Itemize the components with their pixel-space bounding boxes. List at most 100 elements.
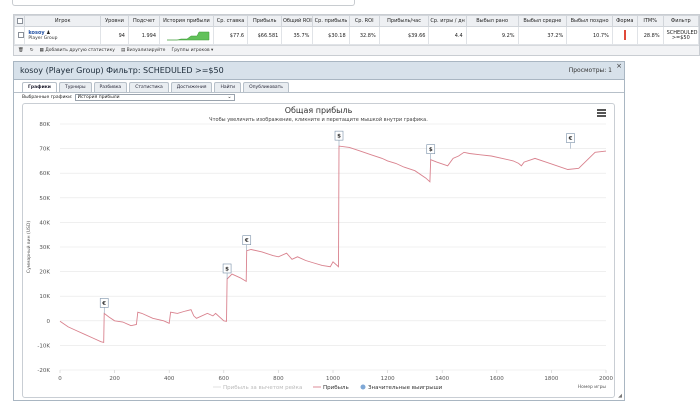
y-tick-label: 10K [39,294,50,300]
column-header[interactable]: Игрок [24,15,101,27]
column-header[interactable]: Общий ROI [281,15,314,27]
panel-header[interactable]: kosoy (Player Group) Фильтр: SCHEDULED >… [14,62,624,80]
chevron-down-icon: ⌄ [227,94,232,100]
late-cell: 10.7% [566,26,613,45]
table-row[interactable]: kosoy ♟ Player Group 94 1.994 $77.6 $66.… [13,26,700,45]
refresh-icon[interactable]: ↻ [30,48,34,53]
grid-icon: ▦ [39,48,44,53]
column-header[interactable]: Выбыл средне [517,15,568,27]
x-tick-label: 1800 [544,376,558,382]
big-win-flag-label: $ [337,134,341,140]
tab-item[interactable]: Статистика [129,82,169,92]
profit-history-sparkline [159,26,214,45]
tab-item[interactable]: Опубликовать [243,82,289,92]
tab-item[interactable]: Найти [214,82,242,92]
column-header[interactable]: Уровни [100,15,129,27]
player-cell[interactable]: kosoy ♟ Player Group [24,26,101,45]
big-win-flag-label: $ [225,266,229,272]
chart-select-value: История прибыли [77,95,120,100]
visualize-label: Визуализируйте [126,48,166,53]
top-card-edge [12,0,355,6]
profit-chart[interactable]: Общая прибыль Чтобы увеличить изображени… [22,103,615,398]
resize-handle-icon[interactable]: ◢ [618,393,622,399]
avg-games-day-cell: 4.4 [428,26,467,45]
stats-table: Игрок Уровни Подсчет История прибыли Ср. ста… [13,15,700,45]
player-groups-menu[interactable]: Группы игроков ▾ [171,48,213,53]
add-stats-button[interactable]: ▦ Добавить другую статистику [40,48,115,53]
big-win-flag-label: € [244,238,249,244]
chart-title: Общая прибыль [284,106,353,115]
y-tick-label: 20K [39,270,50,276]
table-footer-toolbar: 🗑 ↻ ▦ Добавить другую статистику ▤ Визуа… [14,45,699,55]
x-tick-label: 1600 [490,376,504,382]
profit-cell: $66.581 [247,26,283,45]
x-tick-label: 400 [164,376,175,382]
chart-selector-row: Выбранные графики: История прибыли ⌄ [14,92,624,102]
column-header[interactable]: Ср. прибыль [312,15,350,27]
x-tick-label: 1400 [435,376,449,382]
column-header[interactable]: История прибыли [159,15,214,27]
big-win-flag-label: $ [429,147,433,153]
avg-profit-cell: $30.18 [312,26,350,45]
column-header[interactable]: Фильтр [662,15,700,27]
player-group-label: Player Group [28,36,58,41]
chart-select-dropdown[interactable]: История прибыли ⌄ [74,94,235,101]
column-header[interactable]: Прибыль/час [378,15,430,27]
selected-charts-label: Выбранные графики: [22,95,73,100]
column-header[interactable]: Ср. ROI [348,15,380,27]
select-all-checkbox[interactable] [13,15,26,27]
x-tick-label: 1000 [326,376,340,382]
table-header-row: Игрок Уровни Подсчет История прибыли Ср. ста… [13,15,700,27]
big-win-flag-label: € [568,136,573,142]
profit-series-line [59,145,607,343]
x-tick-label: 0 [58,376,62,382]
legend-profit-label: Прибыль [323,385,349,391]
close-icon[interactable]: × [616,62,622,70]
chart-subtitle: Чтобы увеличить изображение, кликните и … [209,117,428,123]
column-header[interactable]: Прибыль [247,15,283,27]
column-header[interactable]: ITM% [636,15,664,27]
y-tick-label: 50K [39,196,50,202]
tab-item[interactable]: Турниры [58,82,92,92]
visualize-button[interactable]: ▤ Визуализируйте [121,48,165,53]
delete-icon[interactable]: 🗑 [18,48,24,53]
views-count: Просмотры: 1 [568,67,612,74]
legend-bigwin-label: Значительные выигрыши [368,385,443,391]
panel-tabs: Графики Турниры Разбивка Статистика Достижен… [14,80,624,92]
x-axis-title: Номер игры [578,384,607,390]
total-roi-cell: 35.7% [281,26,314,45]
filter-cell: SCHEDULED >=$50 [662,26,700,45]
chart-icon: ▤ [120,48,126,53]
column-header[interactable]: Ср. игры / дн [428,15,467,27]
y-axis-title: Суммарный вин (USD) [25,221,32,273]
count-cell: 1.994 [127,26,161,45]
early-cell: 9.2% [465,26,519,45]
x-tick-label: 800 [273,376,284,382]
form-indicator [611,26,638,45]
legend-rake-label: Прибыль за вычетом рейка [223,384,302,391]
panel-title: kosoy (Player Group) Фильтр: SCHEDULED >… [20,66,224,75]
middle-cell: 37.2% [517,26,568,45]
row-checkbox[interactable] [13,26,26,45]
column-header[interactable]: Ср. ставка [212,15,249,27]
avg-stake-cell: $77.6 [212,26,249,45]
legend-bigwin-swatch [360,384,366,390]
x-tick-label: 2000 [599,376,613,382]
hamburger-menu-icon[interactable] [597,109,606,118]
tab-item[interactable]: Разбивка [93,82,128,92]
big-win-flag-label: € [101,301,106,307]
tab-item[interactable]: Графики [22,82,57,92]
y-tick-label: 60K [39,171,50,177]
y-tick-label: -10K [37,343,50,349]
column-header[interactable]: Форма [611,15,638,27]
tab-item[interactable]: Достижения [170,82,213,92]
y-tick-label: 0 [47,319,51,325]
avg-roi-cell: 32.8% [348,26,380,45]
stats-table-panel: Игрок Уровни Подсчет История прибыли Ср. ста… [13,14,700,56]
column-header[interactable]: Подсчет [127,15,161,27]
column-header[interactable]: Выбыл поздно [566,15,613,27]
column-header[interactable]: Выбыл рано [465,15,519,27]
profit-hour-cell: $39.66 [378,26,430,45]
chart-svg[interactable]: -20K-10K010K20K30K40K50K60K70K80K0 200 400… [23,104,614,397]
x-tick-label: 600 [219,376,230,382]
